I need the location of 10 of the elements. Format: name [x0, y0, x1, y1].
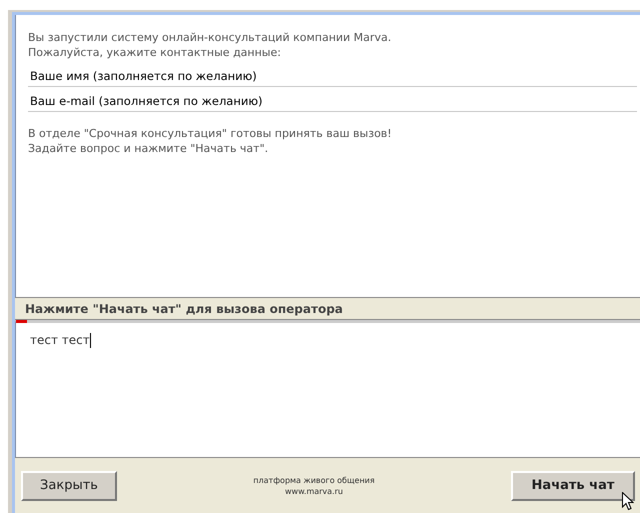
intro-text: Вы запустили систему онлайн-консультаций компании Marva. [28, 30, 392, 45]
intro-text: Пожалуйста, укажите контактные данные: [28, 45, 282, 60]
start-chat-button[interactable]: Начать чат [510, 470, 635, 500]
notice-text: В отделе "Срочная консультация" готовы принять ваш вызов! [28, 126, 393, 141]
notice-text: Задайте вопрос и нажмите "Начать чат". [28, 141, 270, 156]
credit-text: платформа живого общения [253, 474, 375, 486]
close-button[interactable]: Закрыть [21, 470, 117, 500]
mouse-cursor-icon [622, 492, 634, 511]
credit-text: www.marva.ru [284, 486, 344, 496]
status-bar: Нажмите "Начать чат" для вызова оператора [15, 297, 640, 320]
